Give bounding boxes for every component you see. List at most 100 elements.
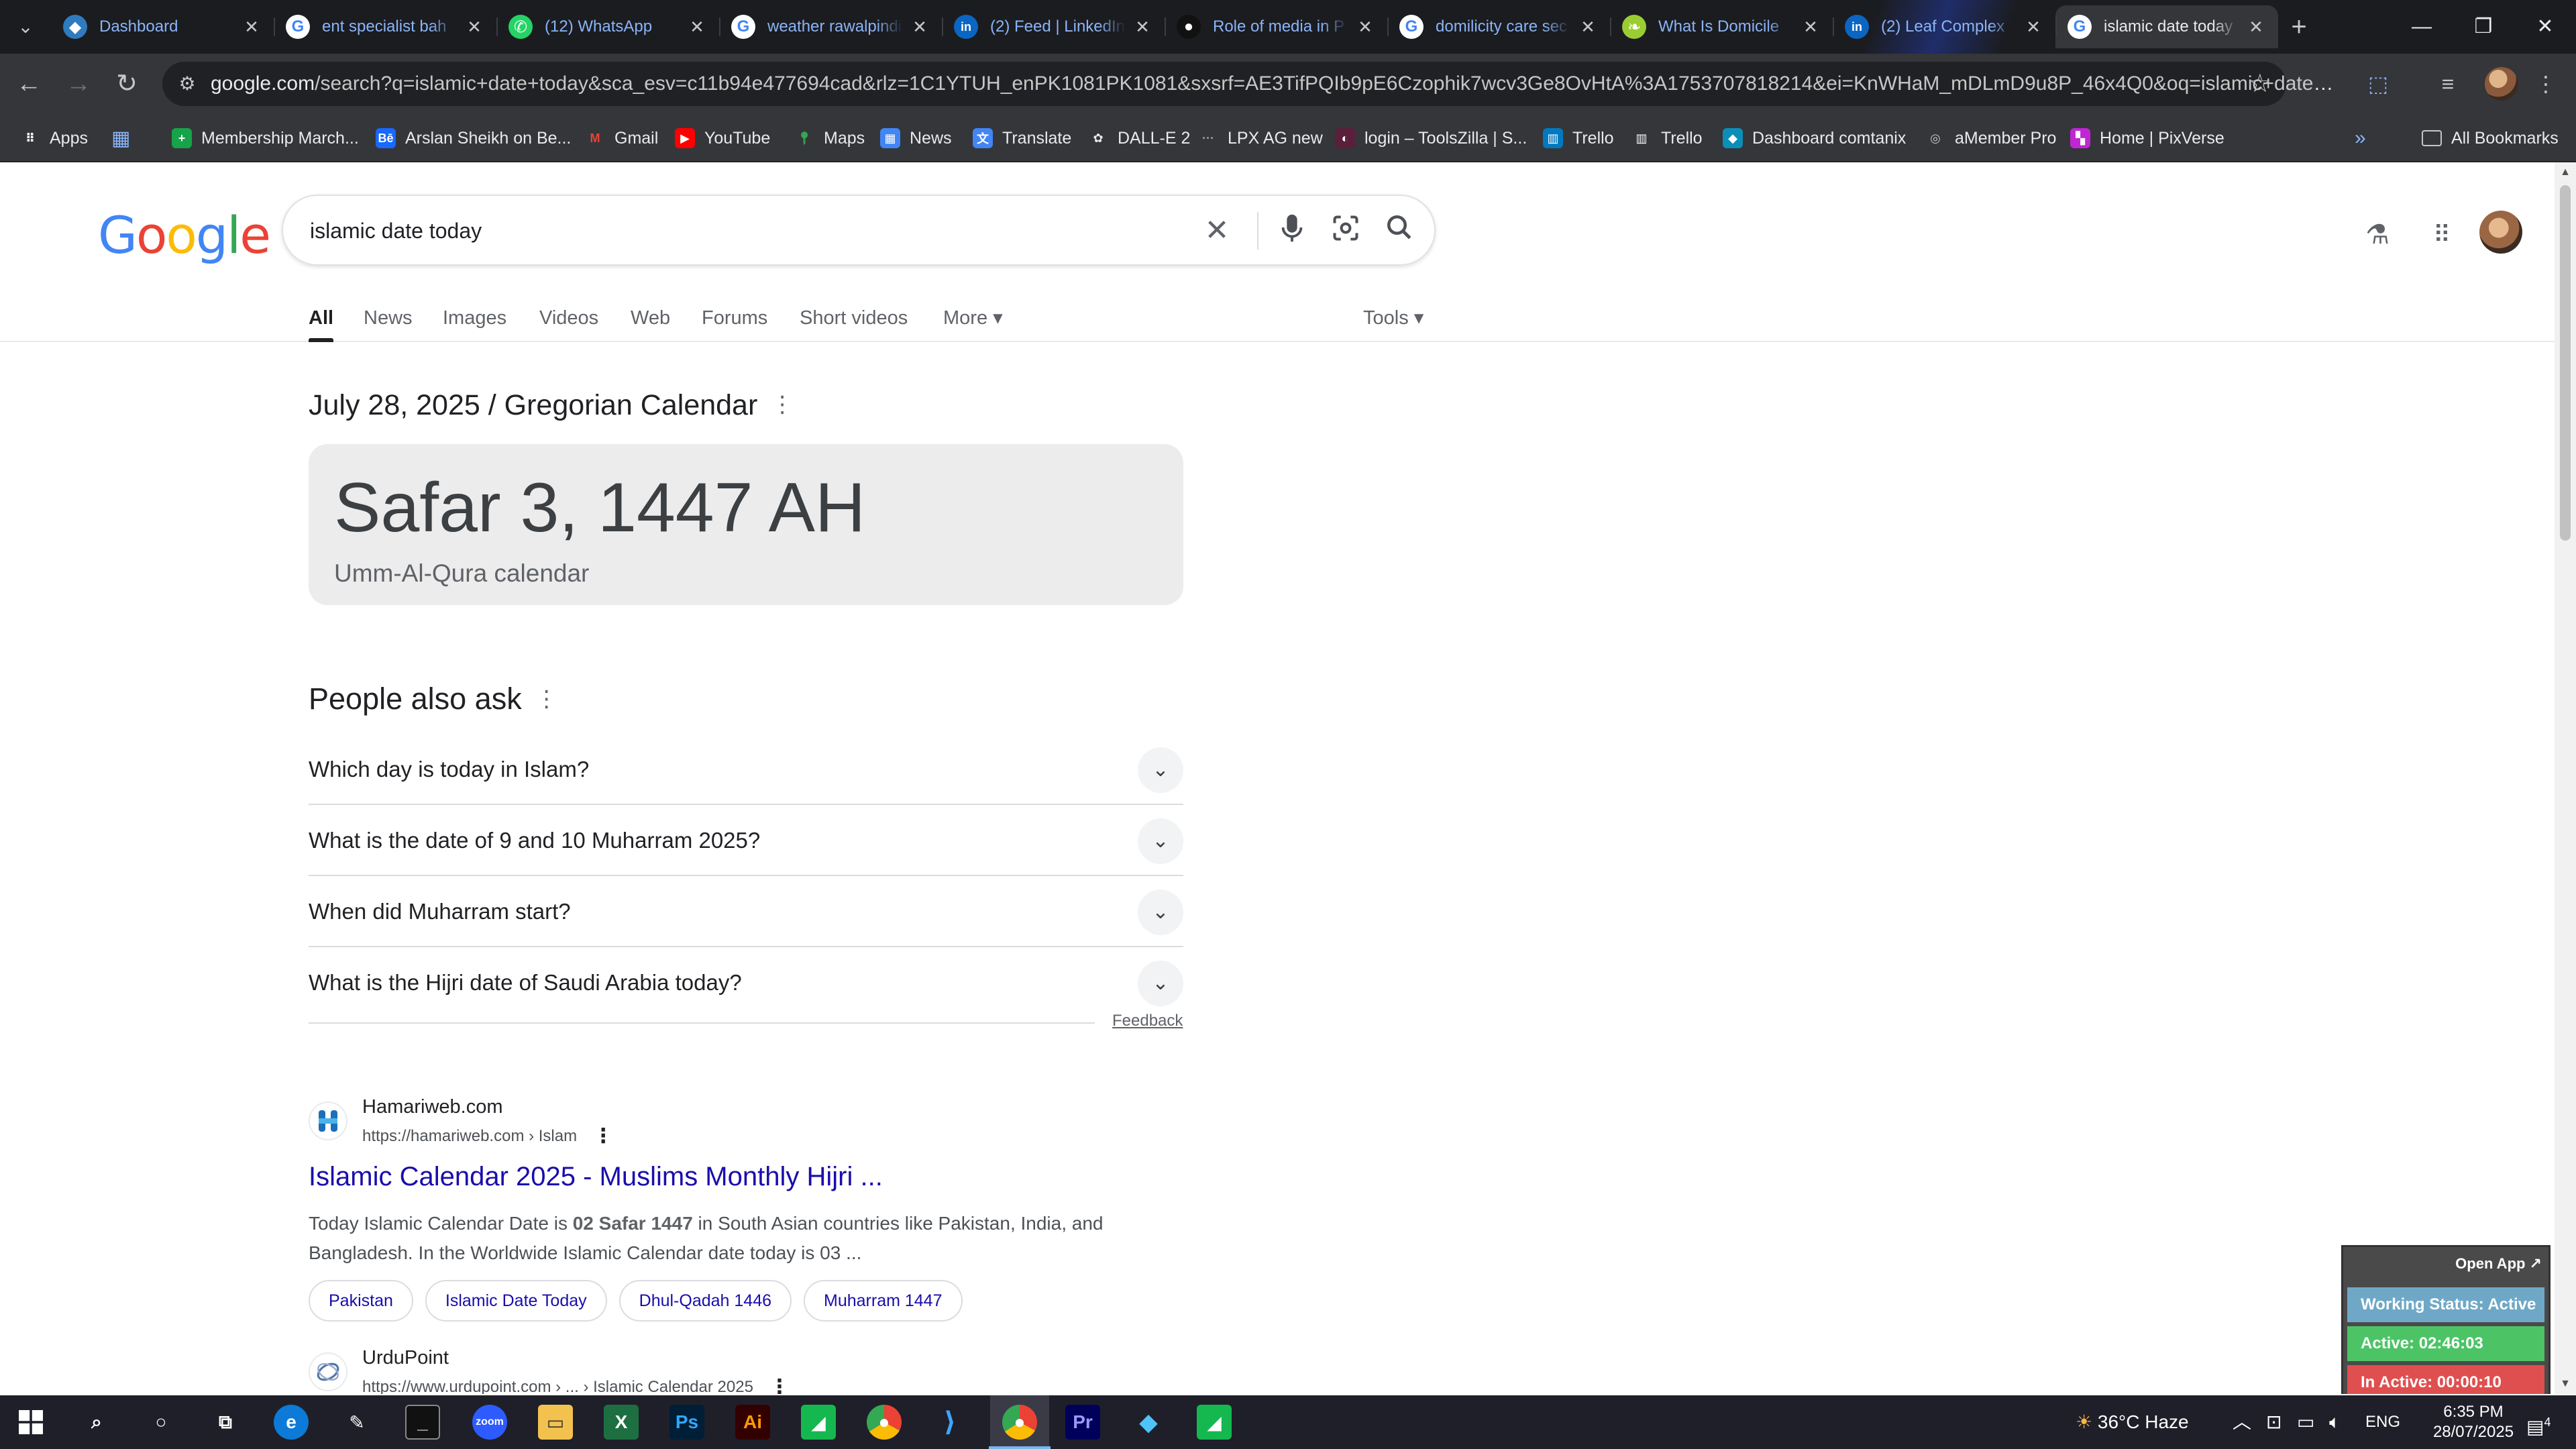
paa-question[interactable]: When did Muharram start? ⌄ (309, 876, 1183, 947)
close-tab-icon[interactable]: ✕ (2246, 17, 2266, 37)
more-options-icon[interactable]: ⋮ (769, 1376, 790, 1394)
voice-search-icon[interactable] (1275, 213, 1309, 248)
bookmark-item[interactable]: ◐ login – ToolsZilla | S... (1335, 114, 1527, 162)
close-tab-icon[interactable]: ✕ (1132, 17, 1152, 37)
bookmark-item[interactable]: ▦ News (880, 114, 952, 162)
pen-icon[interactable]: ✎ (339, 1405, 374, 1440)
close-tab-icon[interactable]: ✕ (241, 17, 262, 37)
cortana-icon[interactable]: ○ (144, 1405, 178, 1440)
bookmark-item[interactable]: ▥ Trello (1543, 114, 1614, 162)
scroll-down-icon[interactable]: ▼ (2555, 1374, 2576, 1394)
weather-widget[interactable]: ☀ 36°C Haze (2076, 1395, 2189, 1449)
minimize-icon[interactable]: — (2391, 0, 2453, 54)
zoom-icon[interactable]: zoom (472, 1405, 507, 1440)
bookmark-item[interactable]: M Gmail (585, 114, 659, 162)
related-chip[interactable]: Islamic Date Today (425, 1280, 607, 1322)
paa-question[interactable]: Which day is today in Islam? ⌄ (309, 734, 1183, 805)
tray-overflow-icon[interactable]: ︿ (2233, 1395, 2251, 1449)
search-submit-icon[interactable] (1382, 213, 1417, 248)
search-icon[interactable]: ⌕ (79, 1405, 114, 1440)
site-info-icon[interactable]: ⚙ (174, 71, 200, 97)
google-logo[interactable]: Google (98, 205, 271, 265)
paa-question[interactable]: What is the date of 9 and 10 Muharram 20… (309, 805, 1183, 876)
browser-tab[interactable]: ◆ Dashboard ✕ (51, 5, 274, 48)
green-app-icon[interactable]: ◢ (1197, 1405, 1232, 1440)
tab-more[interactable]: More ▾ (943, 283, 1003, 342)
meet-now-icon[interactable]: ⊡ (2266, 1395, 2282, 1449)
browser-tab[interactable]: in (2) Feed | LinkedIn ✕ (942, 5, 1165, 48)
tab-all[interactable]: All (309, 283, 334, 342)
reload-icon[interactable]: ↻ (107, 64, 146, 103)
green-app-icon[interactable]: ◢ (801, 1405, 836, 1440)
open-app-button[interactable]: Open App ↗ (2455, 1255, 2542, 1273)
account-avatar[interactable] (2479, 211, 2522, 254)
tab-images[interactable]: Images (443, 283, 506, 342)
result-url[interactable]: https://hamariweb.com › Islam ⋮ (362, 1124, 613, 1148)
browser-tab[interactable]: Gent specialist bah ✕ (274, 5, 496, 48)
tab-videos[interactable]: Videos (539, 283, 598, 342)
related-chip[interactable]: Pakistan (309, 1280, 413, 1322)
paa-question[interactable]: What is the Hijri date of Saudi Arabia t… (309, 947, 1183, 1018)
tab-web[interactable]: Web (631, 283, 670, 342)
vscode-icon[interactable]: ⟩ (932, 1405, 967, 1440)
all-bookmarks-button[interactable]: All Bookmarks (2422, 114, 2559, 162)
address-url[interactable]: google.com/search?q=islamic+date+today&s… (211, 62, 2344, 106)
bookmark-item[interactable]: ··· LPX AG new (1198, 114, 1323, 162)
browser-tab[interactable]: Gislamic date today ✕ (2055, 5, 2278, 48)
bookmark-item[interactable]: ◆ Dashboard comtanix (1723, 114, 1906, 162)
edge-icon[interactable]: e (274, 1405, 309, 1440)
scrollbar-thumb[interactable] (2560, 185, 2571, 541)
chevron-down-icon[interactable]: ⌄ (1138, 747, 1183, 793)
close-tab-icon[interactable]: ✕ (1355, 17, 1375, 37)
chevron-down-icon[interactable]: ⌄ (1138, 890, 1183, 935)
premiere-icon[interactable]: Pr (1065, 1405, 1100, 1440)
page-scrollbar[interactable]: ▲ ▼ (2555, 162, 2576, 1394)
bookmark-item[interactable]: Bē Arslan Sheikh on Be... (376, 114, 571, 162)
result-site-name[interactable]: UrduPoint (362, 1347, 449, 1369)
file-explorer-icon[interactable]: ▭ (538, 1405, 573, 1440)
close-tab-icon[interactable]: ✕ (2023, 17, 2043, 37)
back-icon[interactable]: ← (9, 64, 48, 103)
close-tab-icon[interactable]: ✕ (1801, 17, 1821, 37)
windows-start-icon[interactable] (13, 1405, 48, 1440)
scroll-up-icon[interactable]: ▲ (2555, 162, 2576, 182)
close-tab-icon[interactable]: ✕ (464, 17, 484, 37)
bookmarks-overflow-icon[interactable]: » (2355, 114, 2366, 162)
dashboard-app-icon[interactable]: ◆ (1131, 1405, 1166, 1440)
result-site-name[interactable]: Hamariweb.com (362, 1096, 503, 1118)
lens-search-icon[interactable] (1328, 213, 1363, 248)
bookmark-item[interactable]: ▥ Trello (1631, 114, 1702, 162)
tab-search-dropdown-icon[interactable]: ⌄ (13, 15, 38, 39)
new-tab-button[interactable]: + (2284, 12, 2314, 43)
related-chip[interactable]: Dhul-Qadah 1446 (619, 1280, 792, 1322)
bookmark-item[interactable]: ⠿ Apps (20, 114, 88, 162)
hamariweb-favicon[interactable] (309, 1102, 347, 1140)
labs-flask-icon[interactable]: ⚗ (2357, 215, 2398, 255)
close-window-icon[interactable]: ✕ (2514, 0, 2576, 54)
task-view-icon[interactable]: ⧉ (208, 1405, 243, 1440)
chrome-icon[interactable]: ● (867, 1405, 902, 1440)
browser-tab[interactable]: in (2) Leaf Complex ✕ (1833, 5, 2055, 48)
notifications-icon[interactable]: ▤4 (2526, 1395, 2551, 1449)
bookmark-item[interactable]: 📍︎ Maps (794, 114, 865, 162)
terminal-icon[interactable]: _ (405, 1405, 440, 1440)
tab-short-videos[interactable]: Short videos (800, 283, 908, 342)
browser-tab[interactable]: Gweather rawalpindi ✕ (719, 5, 942, 48)
browser-tab[interactable]: ✆ (12) WhatsApp ✕ (496, 5, 719, 48)
close-tab-icon[interactable]: ✕ (910, 17, 930, 37)
search-input[interactable]: islamic date today (310, 196, 482, 266)
feedback-link[interactable]: Feedback (1112, 1012, 1183, 1030)
urdupoint-favicon[interactable] (309, 1352, 347, 1391)
tab-forums[interactable]: Forums (702, 283, 767, 342)
network-icon[interactable]: ▭ (2297, 1395, 2314, 1449)
bookmark-item[interactable]: 文 Translate (973, 114, 1071, 162)
media-controls-icon[interactable]: ≡ (2431, 67, 2465, 101)
browser-tab[interactable]: ● Role of media in P ✕ (1165, 5, 1387, 48)
photoshop-icon[interactable]: Ps (669, 1405, 704, 1440)
result-url[interactable]: https://www.urdupoint.com › ... › Islami… (362, 1375, 790, 1394)
profile-avatar[interactable] (2485, 67, 2518, 101)
bookmark-item[interactable]: ✿ DALL-E 2 (1088, 114, 1190, 162)
volume-icon[interactable]: 🔈︎ (2329, 1395, 2341, 1449)
clock[interactable]: 6:35 PM 28/07/2025 (2423, 1402, 2524, 1442)
bookmark-item[interactable]: ▶ YouTube (675, 114, 770, 162)
